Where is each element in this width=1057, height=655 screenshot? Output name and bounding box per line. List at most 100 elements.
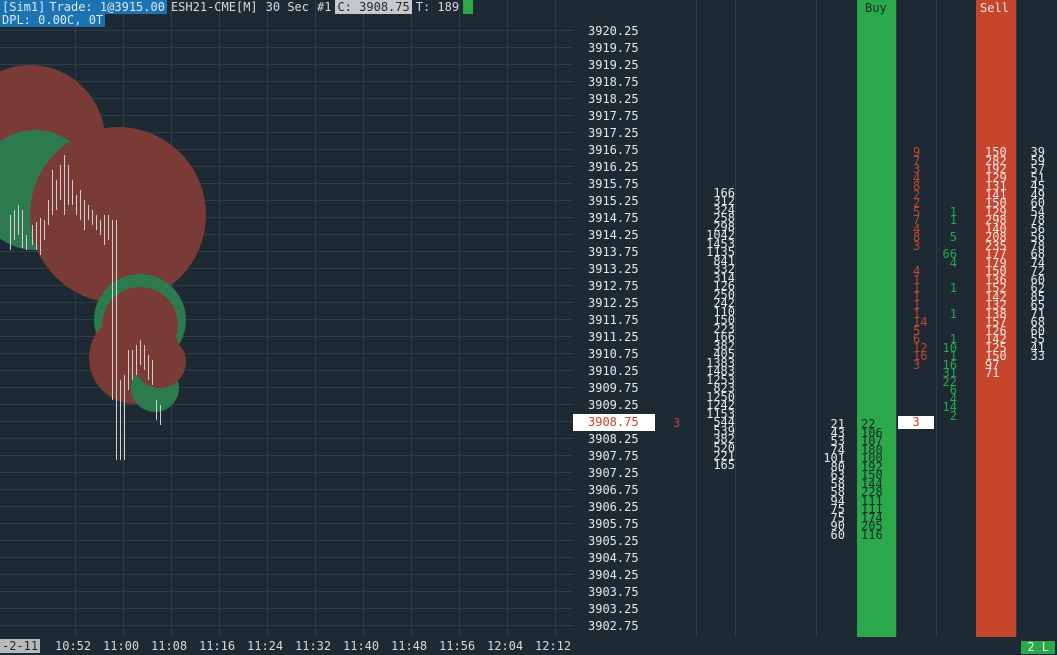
price-label: 3905.75 xyxy=(588,517,639,531)
price-label: 3911.25 xyxy=(588,330,639,344)
buy-delta-red: 3 xyxy=(913,238,921,253)
price-label: 3910.75 xyxy=(588,347,639,361)
price-label: 3903.25 xyxy=(588,602,639,616)
status-bar xyxy=(573,637,1057,655)
ladder-row[interactable]: 3903.25 xyxy=(573,601,1057,618)
last-trade-size: 3 xyxy=(898,416,934,429)
ladder-row[interactable]: 3905.75 xyxy=(573,516,1057,533)
time-tick-label: 11:56 xyxy=(439,639,476,653)
time-tick-label: 11:00 xyxy=(103,639,140,653)
price-chart[interactable]: [Sim1] Trade: 1@3915.00 ESH21-CME[M] 30 Sec… xyxy=(0,0,573,637)
ladder-row[interactable]: 3908.25 xyxy=(573,431,1057,448)
ladder-row[interactable]: 3917.25 xyxy=(573,125,1057,142)
time-tick-label: 11:24 xyxy=(247,639,284,653)
price-label: 3915.25 xyxy=(588,194,639,208)
ladder-row[interactable]: 3907.25 xyxy=(573,465,1057,482)
buy-delta-red: 3 xyxy=(913,357,921,372)
close-price-label: C: 3908.75 xyxy=(335,0,412,14)
buy-delta-green: 4 xyxy=(949,255,957,270)
price-label: 3917.75 xyxy=(588,109,639,123)
time-axis[interactable]: 10:52 11:00 11:08 11:16 11:24 11:32 11:40 11:48… xyxy=(0,637,573,655)
price-label: 3909.75 xyxy=(588,381,639,395)
tick-count-label: T: 189 xyxy=(415,0,460,14)
price-ladder[interactable]: Buy Sell 3920.25 3919.75 3919.25 3918.75 391… xyxy=(573,0,1057,637)
price-label: 3906.75 xyxy=(588,483,639,497)
volume-profile-bid: 165 xyxy=(713,457,735,472)
price-label: 3909.25 xyxy=(588,398,639,412)
price-label: 3902.75 xyxy=(588,619,639,633)
account-label[interactable]: [Sim1] xyxy=(0,0,48,14)
sell-volume: 33 xyxy=(1030,349,1045,363)
price-label: 3915.75 xyxy=(588,177,639,191)
ladder-row[interactable]: 3919.25 xyxy=(573,57,1057,74)
price-label: 3916.75 xyxy=(588,143,639,157)
ladder-row[interactable]: 3909.25 xyxy=(573,397,1057,414)
buy-delta-green: 1 xyxy=(949,306,957,321)
chart-header: [Sim1] Trade: 1@3915.00 ESH21-CME[M] 30 Sec… xyxy=(0,0,474,14)
ladder-row[interactable]: 3918.25 xyxy=(573,91,1057,108)
date-label: -2-11 xyxy=(0,639,41,653)
price-label: 3912.75 xyxy=(588,279,639,293)
sell-column-title: Sell xyxy=(980,1,1009,15)
price-label: 3908.75 xyxy=(573,414,655,431)
chart-canvas xyxy=(0,0,573,637)
trade-label: Trade: 1@3915.00 xyxy=(47,0,167,14)
interval-label[interactable]: 30 Sec xyxy=(262,0,313,14)
ladder-row[interactable]: 3906.25 xyxy=(573,499,1057,516)
sell-size: 71 xyxy=(985,366,1000,380)
volume-bubble-red xyxy=(134,336,186,388)
time-tick-label: 10:52 xyxy=(55,639,92,653)
ask-size: 116 xyxy=(861,527,883,542)
price-label: 3910.25 xyxy=(588,364,639,378)
bar-number-label: #1 xyxy=(317,0,332,14)
ladder-row[interactable]: 3917.75 xyxy=(573,108,1057,125)
time-tick-label: 11:32 xyxy=(295,639,332,653)
volume-bubbles xyxy=(0,65,206,412)
price-label: 3918.75 xyxy=(588,75,639,89)
instrument-label[interactable]: ESH21-CME[M] xyxy=(167,0,262,14)
ladder-row[interactable]: 3903.75 xyxy=(573,584,1057,601)
price-label: 3913.25 xyxy=(588,262,639,276)
status-badge[interactable]: 2 L xyxy=(1021,641,1055,654)
ladder-row[interactable]: 3905.25 xyxy=(573,533,1057,550)
time-tick-label: 11:48 xyxy=(391,639,428,653)
price-label: 3917.25 xyxy=(588,126,639,140)
ladder-row[interactable]: 3908.75 xyxy=(573,414,1057,431)
time-tick-label: 11:16 xyxy=(199,639,236,653)
price-label: 3908.25 xyxy=(588,432,639,446)
price-label: 3920.25 xyxy=(588,24,639,38)
buy-column-title: Buy xyxy=(865,1,887,15)
price-label: 3918.25 xyxy=(588,92,639,106)
price-label: 3907.25 xyxy=(588,466,639,480)
bid-size: 60 xyxy=(830,527,845,542)
ladder-row[interactable]: 3904.75 xyxy=(573,550,1057,567)
ladder-row[interactable]: 3907.75 xyxy=(573,448,1057,465)
price-label: 3911.75 xyxy=(588,313,639,327)
ladder-row[interactable]: 3919.75 xyxy=(573,40,1057,57)
ladder-row[interactable]: 3920.25 xyxy=(573,23,1057,40)
buy-delta-green: 5 xyxy=(949,230,957,244)
price-label: 3914.25 xyxy=(588,228,639,242)
price-label: 3903.75 xyxy=(588,585,639,599)
price-label: 3904.75 xyxy=(588,551,639,565)
time-tick-label: 12:12 xyxy=(535,639,572,653)
price-label: 3907.75 xyxy=(588,449,639,463)
ladder-row[interactable]: 3918.75 xyxy=(573,74,1057,91)
ladder-row[interactable]: 3904.25 xyxy=(573,567,1057,584)
ladder-row[interactable]: 3902.75 xyxy=(573,618,1057,635)
time-tick-label: 11:40 xyxy=(343,639,380,653)
price-label: 3913.75 xyxy=(588,245,639,259)
time-tick-label: 12:04 xyxy=(487,639,524,653)
buy-delta-green: 2 xyxy=(949,408,957,423)
price-label: 3916.25 xyxy=(588,160,639,174)
time-tick-label: 11:08 xyxy=(151,639,188,653)
price-label: 3919.25 xyxy=(588,58,639,72)
price-label: 3919.75 xyxy=(588,41,639,55)
price-label: 3904.25 xyxy=(588,568,639,582)
price-label: 3912.25 xyxy=(588,296,639,310)
ladder-row[interactable]: 3906.75 xyxy=(573,482,1057,499)
connection-status-indicator xyxy=(463,0,474,14)
ladder-row[interactable]: 3909.75 xyxy=(573,380,1057,397)
price-label: 3906.25 xyxy=(588,500,639,514)
volume-bubble-red xyxy=(30,127,206,303)
